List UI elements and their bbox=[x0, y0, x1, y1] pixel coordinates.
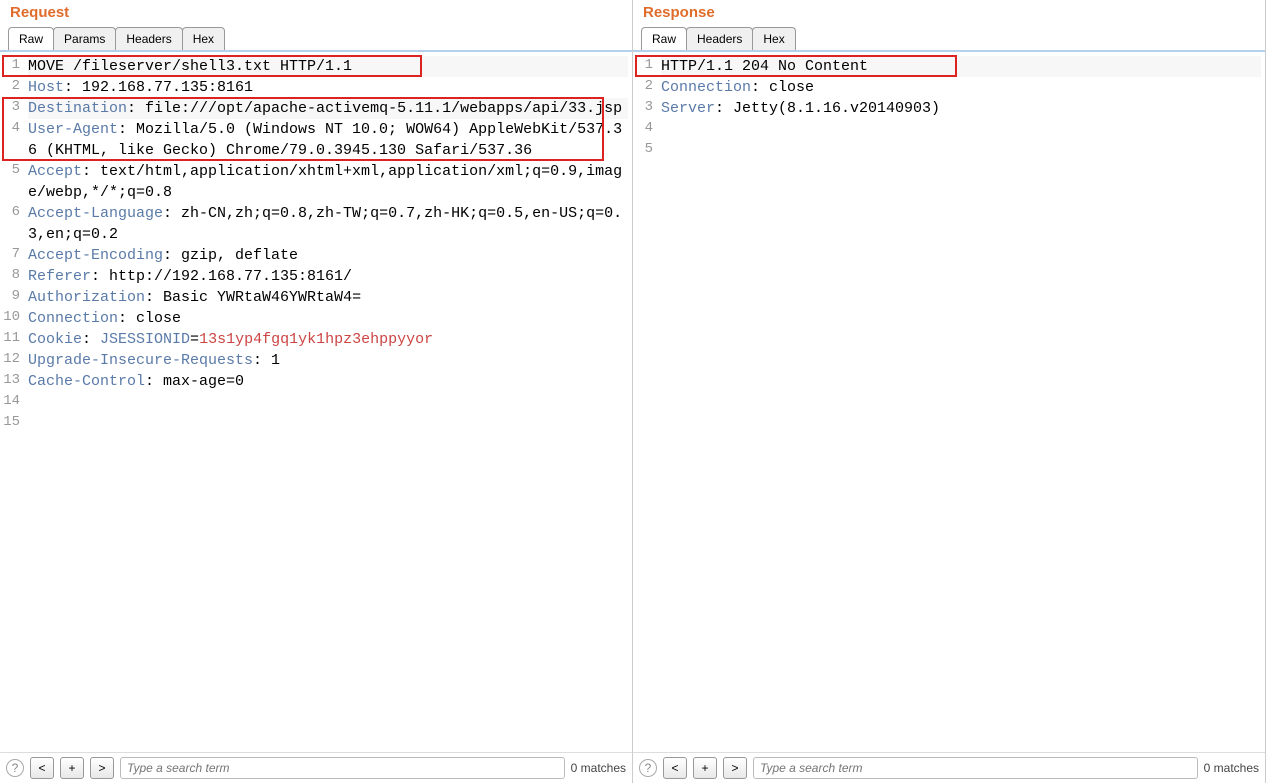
tab-headers[interactable]: Headers bbox=[686, 27, 753, 50]
add-button[interactable]: + bbox=[693, 757, 717, 779]
tab-headers[interactable]: Headers bbox=[115, 27, 182, 50]
search-input[interactable] bbox=[753, 757, 1198, 779]
request-search-row: ? < + > 0 matches bbox=[0, 752, 632, 783]
match-count: 0 matches bbox=[1204, 761, 1259, 775]
tab-hex[interactable]: Hex bbox=[182, 27, 225, 50]
request-panel: Request RawParamsHeadersHex 123456789101… bbox=[0, 0, 633, 783]
response-editor[interactable]: 12345 HTTP/1.1 204 No ContentConnection:… bbox=[633, 52, 1265, 752]
next-button[interactable]: > bbox=[90, 757, 114, 779]
next-button[interactable]: > bbox=[723, 757, 747, 779]
request-tabs: RawParamsHeadersHex bbox=[0, 27, 632, 52]
tab-raw[interactable]: Raw bbox=[8, 27, 54, 50]
match-count: 0 matches bbox=[571, 761, 626, 775]
tab-raw[interactable]: Raw bbox=[641, 27, 687, 50]
tab-hex[interactable]: Hex bbox=[752, 27, 795, 50]
request-editor[interactable]: 123456789101112131415 MOVE /fileserver/s… bbox=[0, 52, 632, 752]
response-search-row: ? < + > 0 matches bbox=[633, 752, 1265, 783]
response-title: Response bbox=[633, 0, 1265, 27]
tab-params[interactable]: Params bbox=[53, 27, 116, 50]
help-icon[interactable]: ? bbox=[639, 759, 657, 777]
prev-button[interactable]: < bbox=[663, 757, 687, 779]
add-button[interactable]: + bbox=[60, 757, 84, 779]
help-icon[interactable]: ? bbox=[6, 759, 24, 777]
response-panel: Response RawHeadersHex 12345 HTTP/1.1 20… bbox=[633, 0, 1266, 783]
request-title: Request bbox=[0, 0, 632, 27]
search-input[interactable] bbox=[120, 757, 565, 779]
prev-button[interactable]: < bbox=[30, 757, 54, 779]
response-tabs: RawHeadersHex bbox=[633, 27, 1265, 52]
